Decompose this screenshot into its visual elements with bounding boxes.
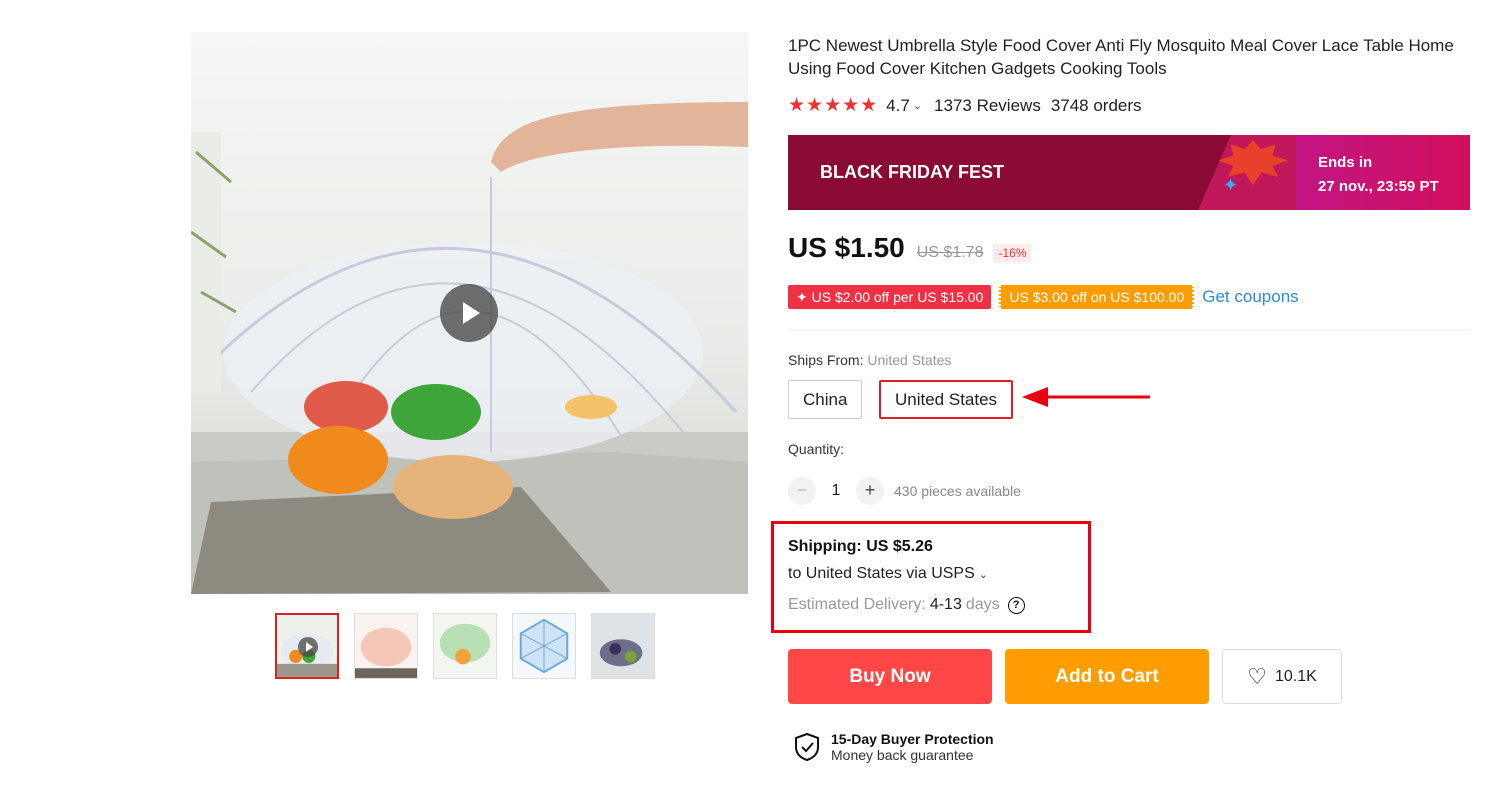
star-rating-icon: ★★★★★	[788, 95, 879, 116]
product-title: 1PC Newest Umbrella Style Food Cover Ant…	[788, 36, 1454, 78]
ends-in-time: 27 nov., 23:59 PT	[1318, 178, 1439, 195]
thumbnail-strip	[275, 613, 655, 679]
thumbnail-4[interactable]	[512, 613, 576, 679]
coupon-tag-1[interactable]: ✦ US $2.00 off per US $15.00	[788, 285, 992, 309]
buyer-protection: 15-Day Buyer Protection Money back guara…	[793, 731, 994, 763]
main-product-image[interactable]	[191, 32, 748, 594]
coupon-tag-2[interactable]: US $3.00 off on US $100.00	[999, 285, 1195, 309]
original-price: US $1.78	[916, 244, 984, 261]
red-arrow-annotation-icon	[1022, 387, 1150, 407]
thumbnail-5[interactable]	[591, 613, 655, 679]
ships-from-title: Ships From:	[788, 352, 864, 368]
quantity-decrease-button[interactable]: −	[788, 477, 816, 505]
orders-count: 3748 orders	[1050, 95, 1142, 115]
ships-from-label: Ships From: United States	[788, 352, 951, 368]
thumbnail-3[interactable]	[433, 613, 497, 679]
thumbnail-1[interactable]	[275, 613, 339, 679]
quantity-label: Quantity:	[788, 441, 845, 457]
sparkle-icon: ✦	[1223, 175, 1239, 195]
quantity-stepper: − 1 + 430 pieces available	[788, 477, 1021, 505]
wishlist-button[interactable]: ♡ 10.1K	[1222, 649, 1342, 704]
ship-option-united-states[interactable]: United States	[879, 380, 1014, 419]
shield-check-icon	[795, 732, 819, 762]
days-word: days	[965, 596, 1000, 613]
buy-now-button[interactable]: Buy Now	[788, 649, 992, 704]
estimated-delivery-days: 4-13	[929, 596, 962, 613]
banner-countdown: Ends in 27 nov., 23:59 PT	[1318, 151, 1439, 199]
coupons-row: ✦ US $2.00 off per US $15.00 US $3.00 of…	[788, 285, 1299, 309]
buyer-protection-title: 15-Day Buyer Protection	[831, 731, 994, 747]
estimated-delivery: Estimated Delivery: 4-13 days ?	[788, 596, 1025, 614]
ship-option-china[interactable]: China	[788, 380, 863, 419]
rating-value[interactable]: 4.7	[886, 96, 910, 116]
shipping-destination: to United States via USPS	[788, 565, 975, 582]
wishlist-count: 10.1K	[1274, 667, 1317, 685]
quantity-value[interactable]: 1	[816, 482, 856, 500]
reviews-link[interactable]: 1373 Reviews	[934, 96, 1041, 116]
rating-row: ★★★★★ 4.7 ⌄ 1373 Reviews 3748 orders	[788, 94, 1142, 117]
get-coupons-link[interactable]: Get coupons	[1202, 287, 1298, 307]
estimated-delivery-label: Estimated Delivery:	[788, 596, 926, 613]
help-icon[interactable]: ?	[1007, 596, 1025, 614]
shipping-cost: Shipping: US $5.26	[788, 538, 933, 555]
divider	[788, 330, 1470, 331]
chevron-down-icon[interactable]: ⌄	[913, 99, 922, 112]
add-to-cart-button[interactable]: Add to Cart	[1005, 649, 1209, 704]
play-icon	[298, 637, 318, 657]
pieces-available: 430 pieces available	[894, 483, 1021, 499]
buyer-protection-text: 15-Day Buyer Protection Money back guara…	[831, 731, 994, 763]
chevron-down-icon: ⌄	[978, 569, 988, 581]
ships-from-selected: United States	[867, 352, 952, 368]
heart-icon: ♡	[1247, 663, 1267, 689]
quantity-increase-button[interactable]: +	[856, 477, 884, 505]
ends-in-label: Ends in	[1318, 154, 1373, 171]
play-icon[interactable]	[440, 284, 498, 342]
shipping-method-selector[interactable]: to United States via USPS ⌄	[788, 565, 1000, 583]
banner-label: BLACK FRIDAY FEST	[820, 162, 1005, 182]
buyer-protection-subtitle: Money back guarantee	[831, 747, 974, 763]
black-friday-banner: ✦ BLACK FRIDAY FEST Ends in 27 nov., 23:…	[788, 135, 1470, 210]
discount-badge: -16%	[993, 244, 1032, 262]
thumbnail-2[interactable]	[354, 613, 418, 679]
current-price: US $1.50	[788, 232, 905, 263]
price-row: US $1.50 US $1.78 -16%	[788, 232, 1032, 264]
